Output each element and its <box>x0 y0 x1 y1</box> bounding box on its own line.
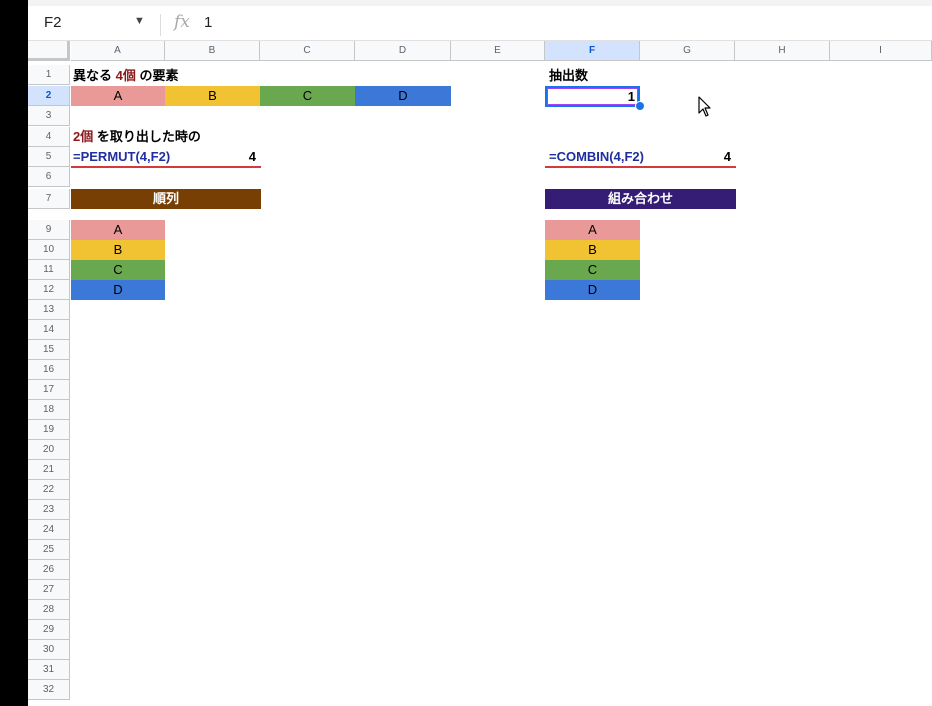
a1-count: 4個 <box>115 68 136 83</box>
cell-a7-header[interactable]: 順列 <box>71 189 261 209</box>
row-header-1[interactable]: 1 <box>28 65 70 85</box>
column-header-i[interactable]: I <box>830 41 932 61</box>
formula-bar: F2 ▼ fx 1 <box>28 6 932 41</box>
cell-b2[interactable]: B <box>165 86 260 106</box>
cell-a4[interactable]: 2個 を取り出した時の <box>73 127 201 147</box>
row-header-32[interactable]: 32 <box>28 680 70 700</box>
a4-count: 2個 <box>73 129 94 144</box>
row-header-15[interactable]: 15 <box>28 340 70 360</box>
row-header-29[interactable]: 29 <box>28 620 70 640</box>
column-header-b[interactable]: B <box>165 41 260 61</box>
underline-f5 <box>545 166 736 168</box>
formula-input[interactable]: 1 <box>204 14 212 31</box>
left-edge <box>0 0 28 706</box>
row-header-17[interactable]: 17 <box>28 380 70 400</box>
selection-border <box>547 88 638 105</box>
row-header-31[interactable]: 31 <box>28 660 70 680</box>
row-header-13[interactable]: 13 <box>28 300 70 320</box>
column-header-c[interactable]: C <box>260 41 355 61</box>
row-header-19[interactable]: 19 <box>28 420 70 440</box>
row-header-27[interactable]: 27 <box>28 580 70 600</box>
cell-a2[interactable]: A <box>71 86 165 106</box>
column-header-e[interactable]: E <box>451 41 545 61</box>
row-header-4[interactable]: 4 <box>28 127 70 147</box>
column-header-g[interactable]: G <box>640 41 735 61</box>
cell-f5[interactable]: =COMBIN(4,F2) <box>549 147 644 167</box>
cell-b5[interactable]: 4 <box>165 147 260 167</box>
column-header-h[interactable]: H <box>735 41 830 61</box>
select-all-corner[interactable] <box>28 41 70 61</box>
underline-a5 <box>71 166 261 168</box>
cell-a11[interactable]: C <box>71 260 165 280</box>
row-header-24[interactable]: 24 <box>28 520 70 540</box>
cell-a12[interactable]: D <box>71 280 165 300</box>
row-header-10[interactable]: 10 <box>28 240 70 260</box>
cell-f9[interactable]: A <box>545 220 640 240</box>
row-header-21[interactable]: 21 <box>28 460 70 480</box>
fill-handle[interactable] <box>635 101 645 111</box>
row-header-23[interactable]: 23 <box>28 500 70 520</box>
row-header-28[interactable]: 28 <box>28 600 70 620</box>
row-header-7[interactable]: 7 <box>28 189 70 209</box>
row-header-2[interactable]: 2 <box>28 86 70 106</box>
mouse-cursor-icon <box>698 96 711 117</box>
cell-a5[interactable]: =PERMUT(4,F2) <box>73 147 170 167</box>
f2-value: 1 <box>627 89 635 104</box>
chevron-down-icon[interactable]: ▼ <box>134 15 145 27</box>
column-header-d[interactable]: D <box>355 41 451 61</box>
cell-g5[interactable]: 4 <box>640 147 735 167</box>
row-header-3[interactable]: 3 <box>28 106 70 126</box>
row-header-14[interactable]: 14 <box>28 320 70 340</box>
row-header-22[interactable]: 22 <box>28 480 70 500</box>
row-header-26[interactable]: 26 <box>28 560 70 580</box>
column-header-f[interactable]: F <box>545 41 640 61</box>
row-header-6[interactable]: 6 <box>28 167 70 187</box>
cell-f1[interactable]: 抽出数 <box>549 66 588 86</box>
a4-suffix: を取り出した時の <box>93 129 201 144</box>
fx-icon: fx <box>174 12 190 32</box>
a1-suffix: の要素 <box>135 68 179 83</box>
row-header-9[interactable]: 9 <box>28 220 70 240</box>
cell-f7-header[interactable]: 組み合わせ <box>545 189 736 209</box>
cell-a10[interactable]: B <box>71 240 165 260</box>
cell-c2[interactable]: C <box>260 86 355 106</box>
row-header-30[interactable]: 30 <box>28 640 70 660</box>
row-header-16[interactable]: 16 <box>28 360 70 380</box>
a1-prefix: 異なる <box>73 68 116 83</box>
row-header-20[interactable]: 20 <box>28 440 70 460</box>
cell-f11[interactable]: C <box>545 260 640 280</box>
row-header-18[interactable]: 18 <box>28 400 70 420</box>
row-header-5[interactable]: 5 <box>28 147 70 167</box>
divider <box>160 14 161 36</box>
column-header-a[interactable]: A <box>71 41 165 61</box>
name-box[interactable]: F2 <box>44 14 62 31</box>
cell-f10[interactable]: B <box>545 240 640 260</box>
cell-a9[interactable]: A <box>71 220 165 240</box>
cell-f2-selected[interactable]: 1 <box>545 86 640 107</box>
cell-a1[interactable]: 異なる 4個 の要素 <box>73 66 178 86</box>
cell-d2[interactable]: D <box>355 86 451 106</box>
cell-f12[interactable]: D <box>545 280 640 300</box>
row-header-11[interactable]: 11 <box>28 260 70 280</box>
row-header-12[interactable]: 12 <box>28 280 70 300</box>
row-header-25[interactable]: 25 <box>28 540 70 560</box>
